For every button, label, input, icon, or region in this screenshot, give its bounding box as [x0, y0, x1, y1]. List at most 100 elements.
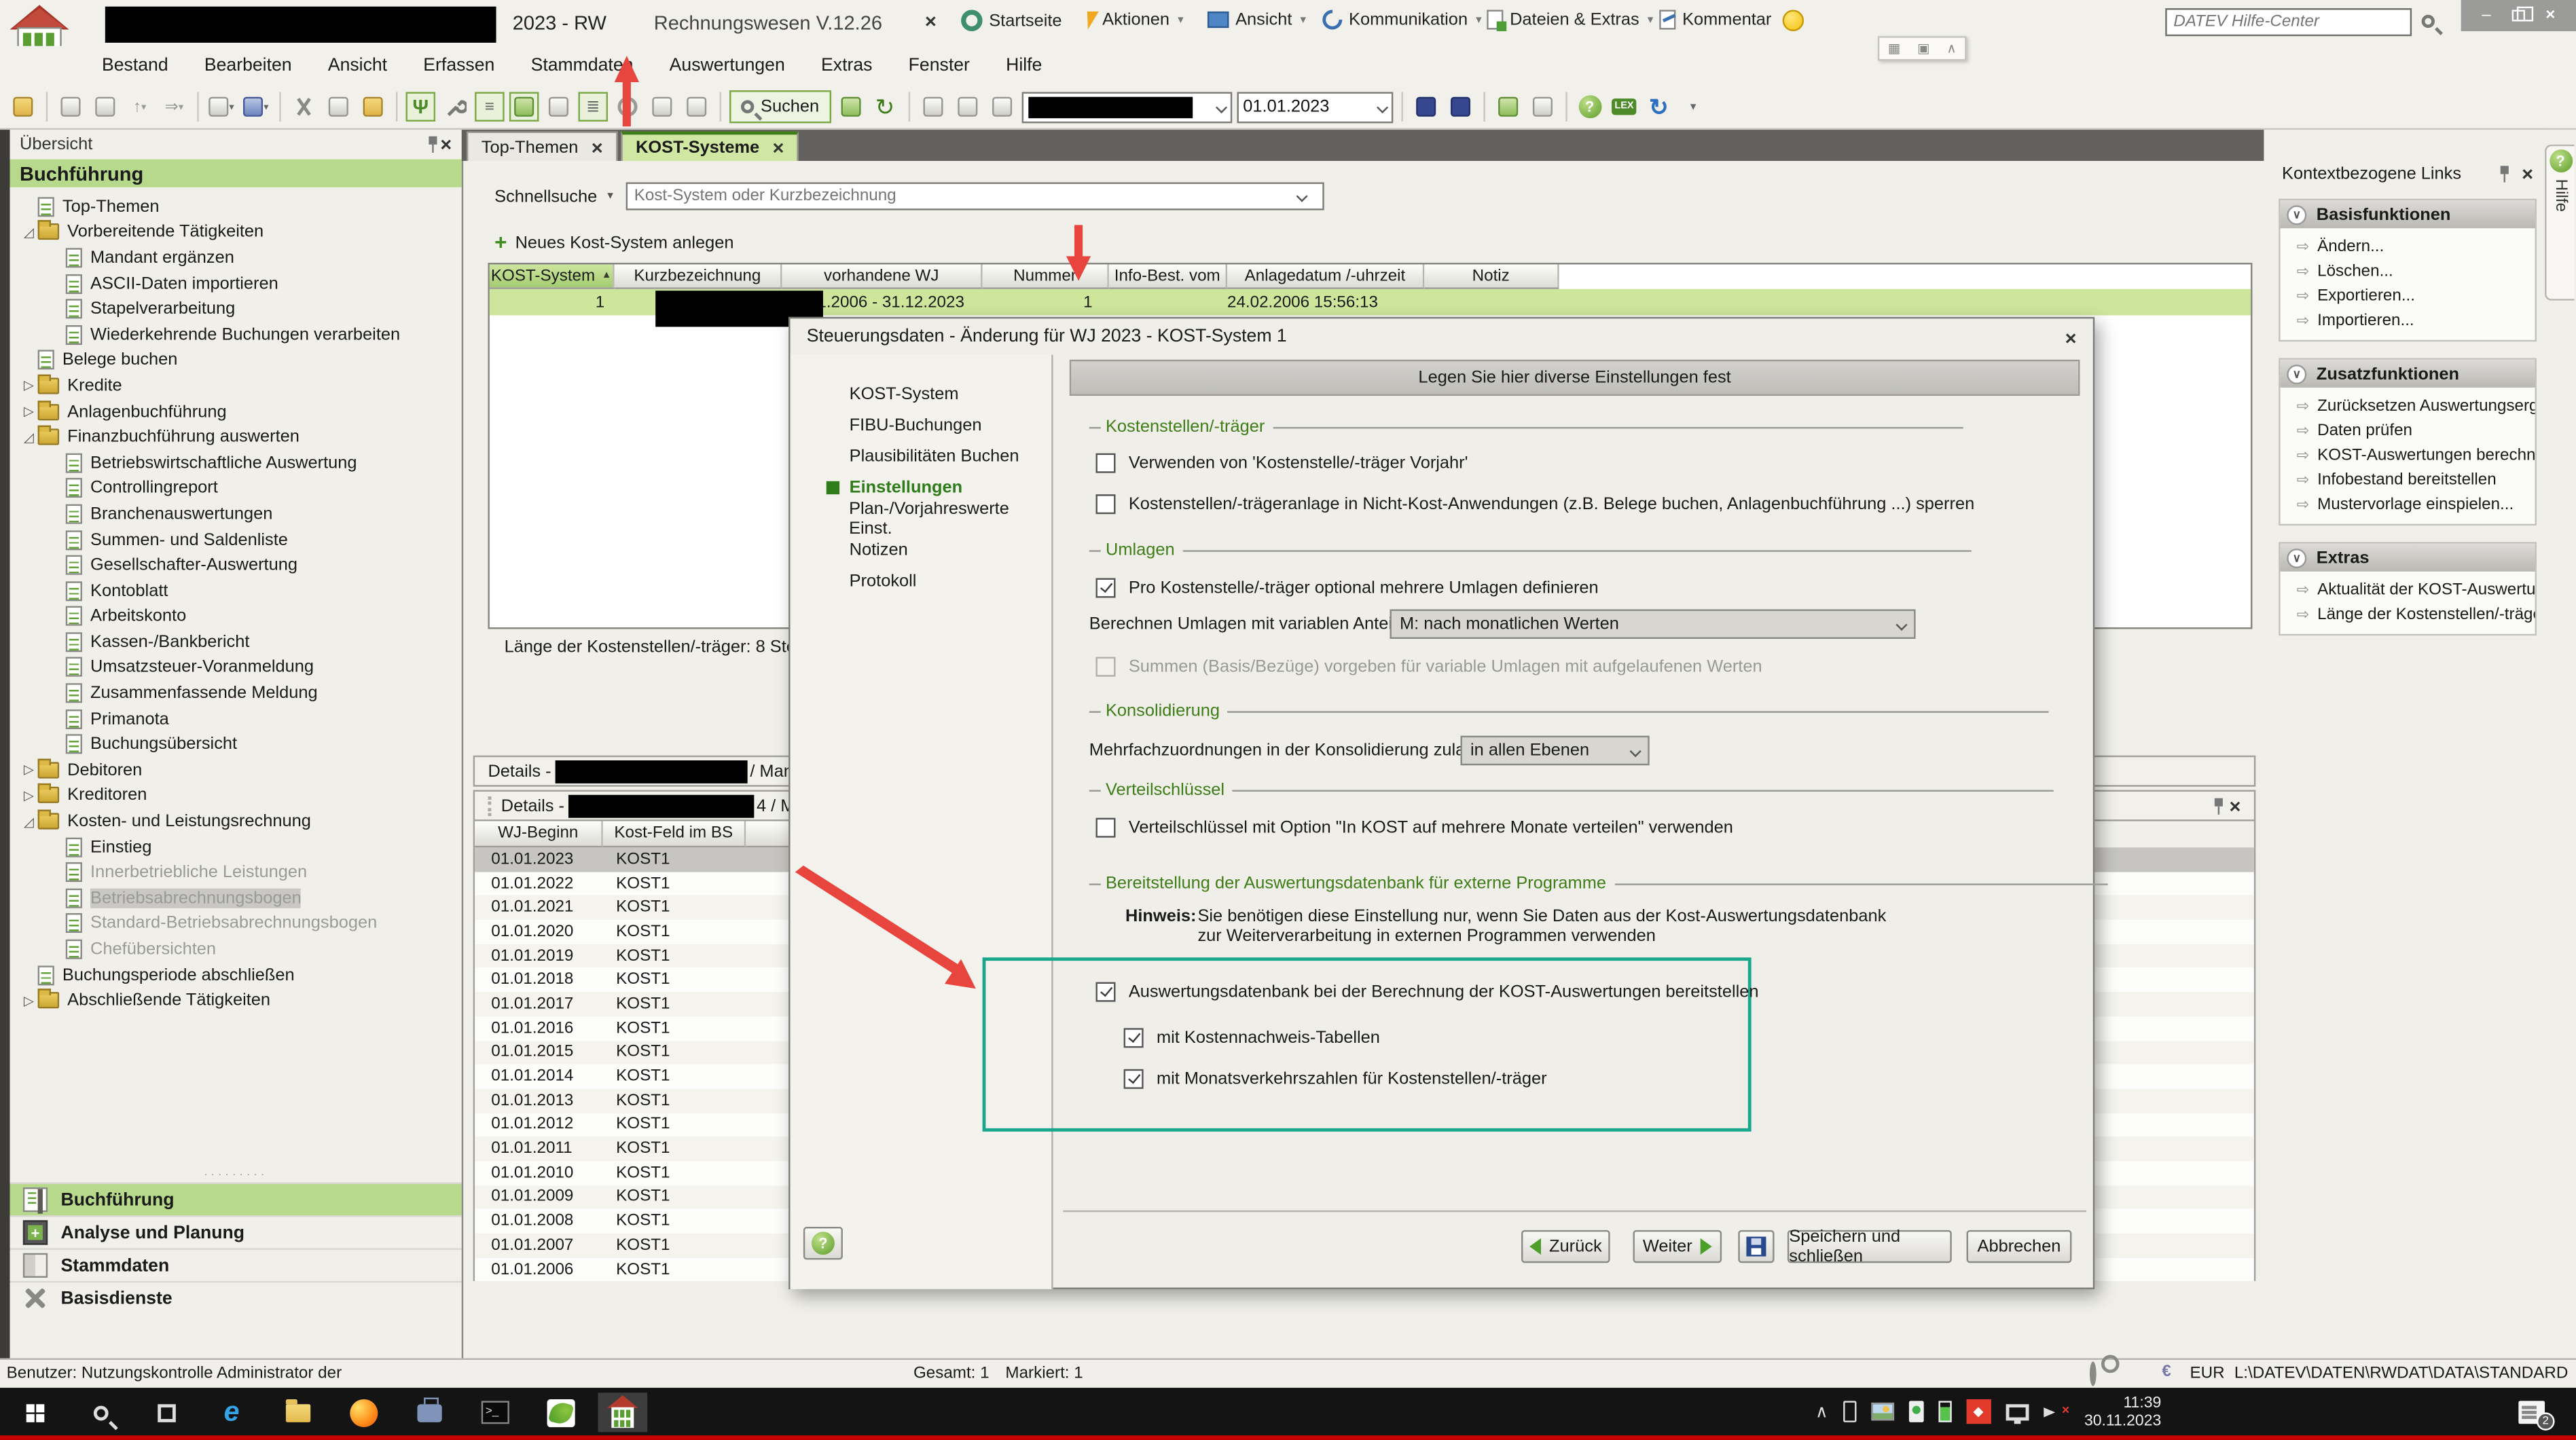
tree-item[interactable]: ▷ Kreditoren	[20, 783, 462, 809]
tree-item[interactable]: ▷ Abschließende Tätigkeiten	[20, 988, 462, 1014]
context-link[interactable]: Exportieren...	[2281, 284, 2535, 308]
refresh-icon[interactable]: ↻	[870, 92, 900, 122]
menu-item[interactable]: Fenster	[909, 56, 970, 75]
menu-item[interactable]: Bearbeiten	[204, 56, 292, 75]
quicksearch-label[interactable]: Schnellsuche	[494, 187, 615, 207]
battery-icon[interactable]	[1938, 1401, 1951, 1422]
tree-expander[interactable]: ▷	[20, 762, 38, 777]
menu-item[interactable]: Ansicht	[328, 56, 387, 75]
tray-expand-icon[interactable]: ∧	[1815, 1402, 1828, 1422]
print-dropdown-icon[interactable]: ▾	[207, 92, 237, 122]
tree-item[interactable]: ▷ Kredite	[20, 373, 462, 399]
tree-item[interactable]: Primanota	[20, 706, 462, 732]
copy-icon[interactable]	[324, 92, 354, 122]
tree-expander[interactable]: ▷	[20, 993, 38, 1008]
tab-close-icon[interactable]	[773, 136, 784, 160]
checkbox-checked[interactable]	[1095, 578, 1115, 597]
datev-help-search-input[interactable]	[2165, 8, 2412, 36]
checkbox-row-sperren[interactable]: Kostenstellen/-trägeranlage in Nicht-Kos…	[1095, 494, 1974, 514]
group-header[interactable]: ∨Extras	[2281, 544, 2535, 572]
file-explorer-icon[interactable]	[276, 1392, 319, 1432]
toolbar-overflow-icon[interactable]: ▾	[1678, 92, 1708, 122]
context-link[interactable]: Ändern...	[2281, 235, 2535, 259]
tab-top-themen[interactable]: Top-Themen	[467, 132, 617, 162]
context-link[interactable]: Daten prüfen	[2281, 419, 2535, 443]
firefox-icon[interactable]	[342, 1392, 384, 1432]
tree-expander[interactable]: ▷	[20, 404, 38, 419]
tree-item[interactable]: Standard-Betriebsabrechnungsbogen	[20, 911, 462, 937]
column-header[interactable]: Kurzbezeichnung	[615, 264, 782, 289]
menu-item[interactable]: Extras	[821, 56, 872, 75]
dialog-nav-item[interactable]: Plausibilitäten Buchen	[791, 440, 1052, 471]
window-close-icon[interactable]: ×	[2545, 7, 2555, 24]
topbar-dateien-extras-button[interactable]: Dateien & Extras	[1487, 10, 1653, 30]
internet-explorer-icon[interactable]: e	[211, 1392, 253, 1432]
task-view-icon[interactable]	[145, 1392, 187, 1432]
checkbox-row-verteilschluessel[interactable]: Verteilschlüssel mit Option "In KOST auf…	[1095, 818, 1733, 838]
paste-icon[interactable]	[358, 92, 388, 122]
book-icon[interactable]	[1527, 92, 1557, 122]
window-dropdown-icon[interactable]: ▾	[242, 92, 272, 122]
quicksearch-input[interactable]	[626, 183, 1324, 210]
start-button[interactable]	[13, 1392, 56, 1432]
tree-item[interactable]: ▷ Debitoren	[20, 757, 462, 783]
calculator-icon[interactable]	[1411, 92, 1440, 122]
menu-item[interactable]: Erfassen	[423, 56, 494, 75]
dialog-nav-item[interactable]: Notizen	[791, 534, 1052, 565]
menu-item[interactable]: Auswertungen	[670, 56, 785, 75]
rechnungswesen-taskbar-icon[interactable]	[598, 1392, 648, 1432]
collapse-chevron-icon[interactable]: ∨	[2287, 548, 2306, 568]
tree-expander[interactable]: ◿	[20, 814, 38, 829]
column-header[interactable]: Info-Best. vom	[1109, 264, 1227, 289]
checkbox-row-auswertungsdatenbank[interactable]: Auswertungsdatenbank bei der Berechnung …	[1095, 982, 1758, 1002]
checkbox-row-summen-disabled[interactable]: Summen (Basis/Bezüge) vorgeben für varia…	[1095, 657, 1762, 677]
tree-item[interactable]: ASCII-Daten importieren	[20, 271, 462, 297]
speichern-schliessen-button[interactable]: Speichern und schließen	[1788, 1230, 1952, 1263]
save-button[interactable]	[1738, 1230, 1774, 1263]
dialog-help-button[interactable]	[803, 1227, 843, 1259]
nav-forward-icon[interactable]: ⇒▾	[160, 92, 189, 122]
dialog-nav-item[interactable]: FIBU-Buchungen	[791, 409, 1052, 440]
nav-back-icon[interactable]: ↑▾	[125, 92, 155, 122]
tree-item[interactable]: ◿ Finanzbuchführung auswerten	[20, 424, 462, 450]
tree-item[interactable]: Summen- und Saldenliste	[20, 527, 462, 553]
details-pin-icon[interactable]	[2211, 797, 2226, 813]
abbrechen-button[interactable]: Abbrechen	[1967, 1230, 2072, 1263]
column-header[interactable]: Anlagedatum /-uhrzeit	[1227, 264, 1424, 289]
open-icon[interactable]	[8, 92, 38, 122]
topbar-startseite-button[interactable]: Startseite	[961, 10, 1062, 31]
tree-item[interactable]: Buchungsperiode abschließen	[20, 962, 462, 988]
checkbox-row-monatsverkehrszahlen[interactable]: mit Monatsverkehrszahlen für Kostenstell…	[1124, 1069, 1547, 1089]
tree-expander[interactable]: ▷	[20, 788, 38, 803]
tree-item[interactable]: Top-Themen	[20, 193, 462, 219]
context-link[interactable]: Länge der Kostenstellen/-träger erh	[2281, 603, 2535, 627]
briefcase-icon[interactable]	[1493, 92, 1523, 122]
date-selector-combo[interactable]: 01.01.2023	[1237, 91, 1393, 122]
tree-item[interactable]: ▷ Anlagenbuchführung	[20, 399, 462, 424]
restore-icon[interactable]	[2511, 10, 2524, 22]
checkbox-unchecked[interactable]	[1095, 454, 1115, 473]
note-icon[interactable]	[647, 92, 677, 122]
splitter-dots[interactable]: ·········	[10, 1169, 462, 1182]
context-link[interactable]: KOST-Auswertungen berechnen fü	[2281, 443, 2535, 468]
print-doc-icon[interactable]	[56, 92, 86, 122]
tree-expander[interactable]: ◿	[20, 225, 38, 240]
tree-item[interactable]: Chefübersichten	[20, 936, 462, 962]
group-header[interactable]: ∨Zusatzfunktionen	[2281, 360, 2535, 388]
status-gears-icon[interactable]	[2090, 1361, 2097, 1386]
suchen-button[interactable]: Suchen	[729, 90, 831, 123]
help-icon[interactable]	[1575, 92, 1605, 122]
tree-item[interactable]: Controllingreport	[20, 475, 462, 501]
print-preview-icon[interactable]	[835, 92, 865, 122]
photos-tray-icon[interactable]	[1870, 1403, 1893, 1421]
sync-icon[interactable]: ↻	[1644, 92, 1674, 122]
context-link[interactable]: Löschen...	[2281, 259, 2535, 284]
tree-item[interactable]: Arbeitskonto	[20, 604, 462, 629]
tree-item[interactable]: Mandant ergänzen	[20, 245, 462, 271]
checkbox-checked[interactable]	[1124, 1028, 1144, 1048]
usb-icon[interactable]	[1843, 1401, 1855, 1422]
tab-close-icon[interactable]	[592, 136, 603, 159]
module-nav-button[interactable]: Stammdaten	[10, 1248, 462, 1280]
datev-arbeitsplatz-icon[interactable]	[407, 1392, 450, 1432]
details-column-header[interactable]: Kost-Feld im BS	[603, 821, 746, 848]
